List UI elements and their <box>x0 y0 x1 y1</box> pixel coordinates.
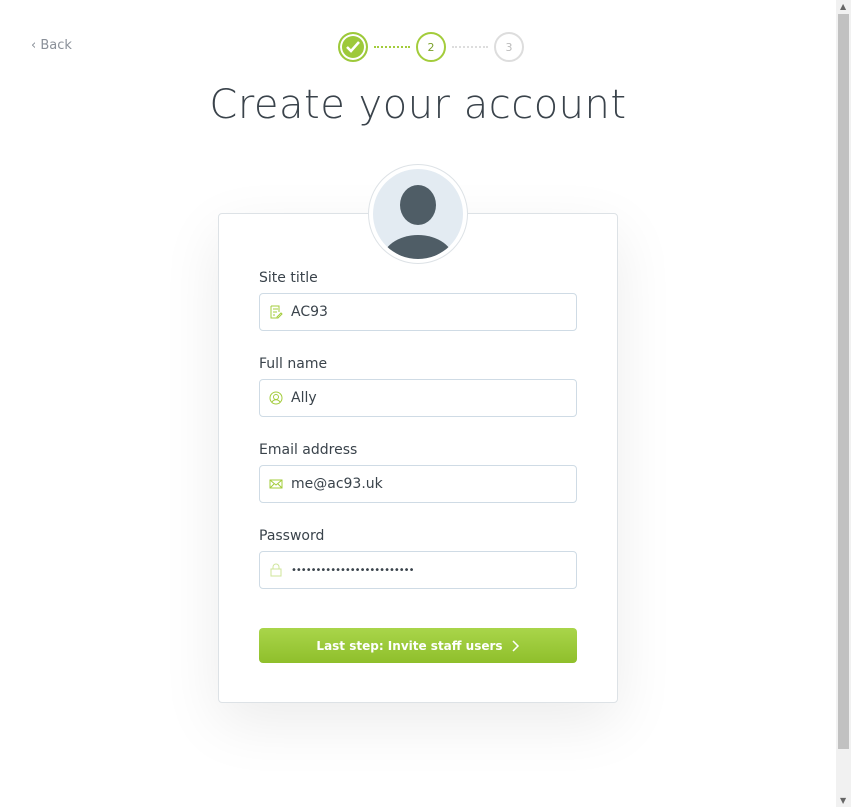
avatar[interactable] <box>368 164 468 264</box>
step-connector <box>452 46 488 48</box>
user-silhouette-icon <box>382 185 454 259</box>
site-title-input[interactable]: AC93 <box>259 293 577 331</box>
password-field: Password ••••••••••••••••••••••••• <box>259 528 577 589</box>
password-input[interactable]: ••••••••••••••••••••••••• <box>259 551 577 589</box>
email-input[interactable]: me@ac93.uk <box>259 465 577 503</box>
scroll-up-icon[interactable]: ▲ <box>840 2 846 11</box>
envelope-icon <box>269 479 283 489</box>
lock-icon <box>270 563 282 577</box>
account-form: Site title AC93 Full name Ally Email add… <box>218 213 618 703</box>
scroll-down-icon[interactable]: ▼ <box>840 796 846 805</box>
chevron-left-icon: ‹ <box>31 38 41 53</box>
edit-document-icon <box>270 305 283 319</box>
scrollbar[interactable]: ▲ ▼ <box>836 0 851 807</box>
page-title: Create your account <box>209 82 627 128</box>
step-connector <box>374 46 410 48</box>
invite-staff-button[interactable]: Last step: Invite staff users <box>259 628 577 663</box>
chevron-right-icon <box>512 639 519 652</box>
site-title-field: Site title AC93 <box>259 270 577 331</box>
email-field: Email address me@ac93.uk <box>259 442 577 503</box>
back-link[interactable]: ‹ Back <box>31 38 72 53</box>
full-name-field: Full name Ally <box>259 356 577 417</box>
step-1-complete <box>338 32 368 62</box>
user-icon <box>269 391 283 405</box>
full-name-input[interactable]: Ally <box>259 379 577 417</box>
progress-steps: 2 3 <box>338 32 524 62</box>
step-2-current: 2 <box>416 32 446 62</box>
step-3: 3 <box>494 32 524 62</box>
scrollbar-thumb[interactable] <box>838 14 849 749</box>
check-icon <box>346 41 360 53</box>
